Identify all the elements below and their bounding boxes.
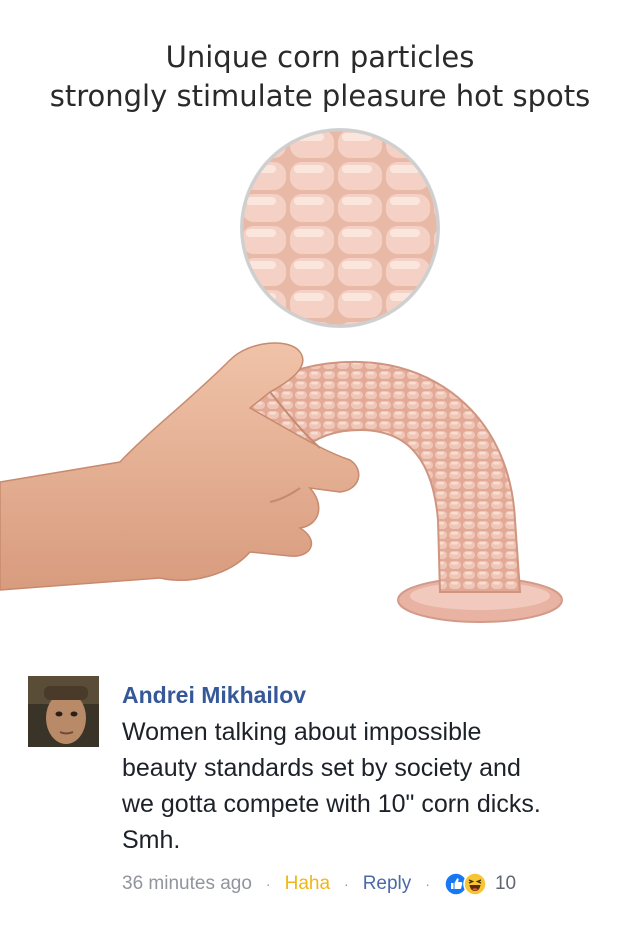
comment: Andrei Mikhailov Women talking about imp… — [0, 662, 640, 926]
comment-actions: 36 minutes ago · Haha · Reply · 10 — [122, 870, 516, 898]
comment-timestamp[interactable]: 36 minutes ago — [122, 873, 252, 895]
comment-line-3: we gotta compete with 10" corn dicks. — [122, 790, 541, 818]
comment-line-1: Women talking about impossible — [122, 718, 482, 746]
reactions-summary[interactable]: 10 — [444, 872, 516, 896]
separator-dot: · — [265, 876, 271, 892]
avatar-image — [28, 676, 99, 747]
haha-button[interactable]: Haha — [285, 873, 330, 895]
separator-dot: · — [425, 876, 430, 892]
comment-text: Women talking about impossible beauty st… — [122, 714, 622, 858]
comment-author[interactable]: Andrei Mikhailov — [122, 682, 306, 709]
reaction-count: 10 — [494, 873, 517, 894]
comment-line-2: beauty standards set by society and — [122, 754, 521, 782]
zoom-circle — [240, 128, 440, 328]
reply-button[interactable]: Reply — [363, 873, 412, 895]
separator-dot: · — [344, 876, 349, 892]
ad-image: Unique corn particles strongly stimulate… — [0, 0, 640, 662]
comment-line-4: Smh. — [122, 826, 181, 854]
avatar[interactable] — [28, 676, 99, 747]
product-photo — [0, 128, 563, 623]
haha-icon — [463, 872, 487, 896]
